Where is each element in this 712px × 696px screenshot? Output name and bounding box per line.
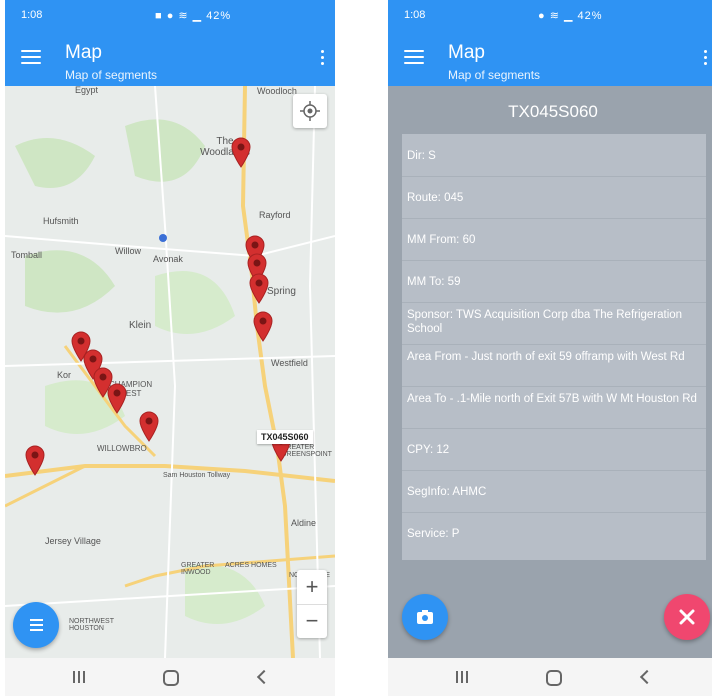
my-location-button[interactable]: [293, 94, 327, 128]
place-label: Sam Houston Tollway: [163, 472, 231, 479]
overflow-menu-icon[interactable]: [321, 50, 325, 68]
detail-row-mm-from: MM From: 60: [402, 218, 706, 261]
map-view[interactable]: Egypt Woodloch The Woodlands Rayford Huf…: [5, 85, 335, 658]
place-label: ACRES HOMES: [225, 562, 277, 569]
place-label: Hufsmith: [43, 216, 79, 226]
map-canvas: [5, 86, 335, 658]
camera-icon: [417, 610, 433, 624]
crosshair-icon: [300, 101, 320, 121]
recent-apps-icon[interactable]: [73, 671, 85, 683]
marker-callout: TX045S060: [257, 430, 313, 444]
status-bar: 1:08 ● ≋ ▁ 42%: [388, 0, 712, 30]
detail-row-direction: Dir: S: [402, 134, 706, 177]
user-location-dot: [159, 234, 167, 242]
status-time: 1:08: [21, 9, 43, 21]
place-label: Kor: [57, 370, 72, 380]
place-label: Woodloch: [257, 86, 297, 96]
zoom-controls: + −: [297, 570, 327, 638]
close-fab-button[interactable]: [664, 594, 710, 640]
list-fab-button[interactable]: [13, 602, 59, 648]
overflow-menu-icon[interactable]: [704, 50, 708, 68]
status-icons: ● ≋ ▁ 42%: [538, 10, 603, 22]
zoom-out-button[interactable]: −: [297, 604, 327, 638]
app-title: Map: [448, 42, 485, 63]
segment-detail-screen: 1:08 ● ≋ ▁ 42% Map Map of segments TX045…: [388, 0, 712, 696]
camera-fab-button[interactable]: [402, 594, 448, 640]
segment-id-title: TX045S060: [508, 102, 598, 121]
detail-row-cpy: CPY: 12: [402, 428, 706, 471]
status-icons: ■ ● ≋ ▁ 42%: [155, 10, 232, 22]
map-marker-marker-4[interactable]: [248, 272, 270, 304]
place-label: NORTHWEST HOUSTON: [69, 618, 114, 632]
recent-apps-icon[interactable]: [456, 671, 468, 683]
detail-row-seginfo: SegInfo: AHMC: [402, 470, 706, 513]
detail-row-sponsor: Sponsor: TWS Acquisition Corp dba The Re…: [402, 302, 706, 345]
app-bar: Map Map of segments: [5, 30, 335, 86]
app-title: Map: [65, 42, 102, 63]
place-label: Westfield: [271, 358, 308, 368]
list-icon: [30, 619, 43, 621]
map-marker-marker-12[interactable]: [24, 444, 46, 476]
place-label: Jersey Village: [45, 536, 101, 546]
place-label: Rayford: [259, 210, 291, 220]
detail-row-area-to: Area To - .1-Mile north of Exit 57B with…: [402, 386, 706, 429]
map-screen: 1:08 ■ ● ≋ ▁ 42% Map Map of segments Egy…: [5, 0, 335, 696]
back-icon[interactable]: [256, 669, 272, 685]
place-label: GREATER INWOOD: [181, 562, 215, 576]
place-label: Aldine: [291, 518, 317, 528]
home-icon[interactable]: [163, 670, 179, 686]
close-icon: [679, 609, 695, 625]
map-marker-marker-1[interactable]: [230, 136, 252, 168]
segment-details-card: Dir: S Route: 045 MM From: 60 MM To: 59 …: [402, 134, 706, 560]
app-bar: Map Map of segments: [388, 30, 712, 86]
menu-icon[interactable]: [21, 50, 41, 64]
status-time: 1:08: [404, 9, 426, 21]
place-label: Egypt: [75, 85, 99, 95]
place-label: Willow: [115, 246, 141, 256]
place-label: Avonak: [153, 254, 183, 264]
detail-row-route: Route: 045: [402, 176, 706, 219]
app-subtitle: Map of segments: [65, 68, 158, 82]
zoom-in-button[interactable]: +: [297, 570, 327, 605]
detail-row-service: Service: P: [407, 528, 460, 540]
system-nav-bar: [5, 658, 335, 696]
map-marker-marker-9[interactable]: [106, 382, 128, 414]
menu-icon[interactable]: [404, 50, 424, 64]
home-icon[interactable]: [546, 670, 562, 686]
map-marker-marker-5[interactable]: [252, 310, 274, 342]
place-label: Klein: [129, 320, 152, 331]
map-marker-marker-10[interactable]: [138, 410, 160, 442]
place-label: Spring: [267, 286, 296, 297]
status-bar: 1:08 ■ ● ≋ ▁ 42%: [5, 0, 335, 30]
back-icon[interactable]: [639, 669, 655, 685]
place-label: WILLOWBRO: [97, 444, 147, 453]
app-subtitle: Map of segments: [448, 68, 541, 82]
detail-row-mm-to: MM To: 59: [402, 260, 706, 303]
detail-row-area-from: Area From - Just north of exit 59 offram…: [402, 344, 706, 387]
place-label: Tomball: [11, 250, 43, 260]
system-nav-bar: [388, 658, 712, 696]
